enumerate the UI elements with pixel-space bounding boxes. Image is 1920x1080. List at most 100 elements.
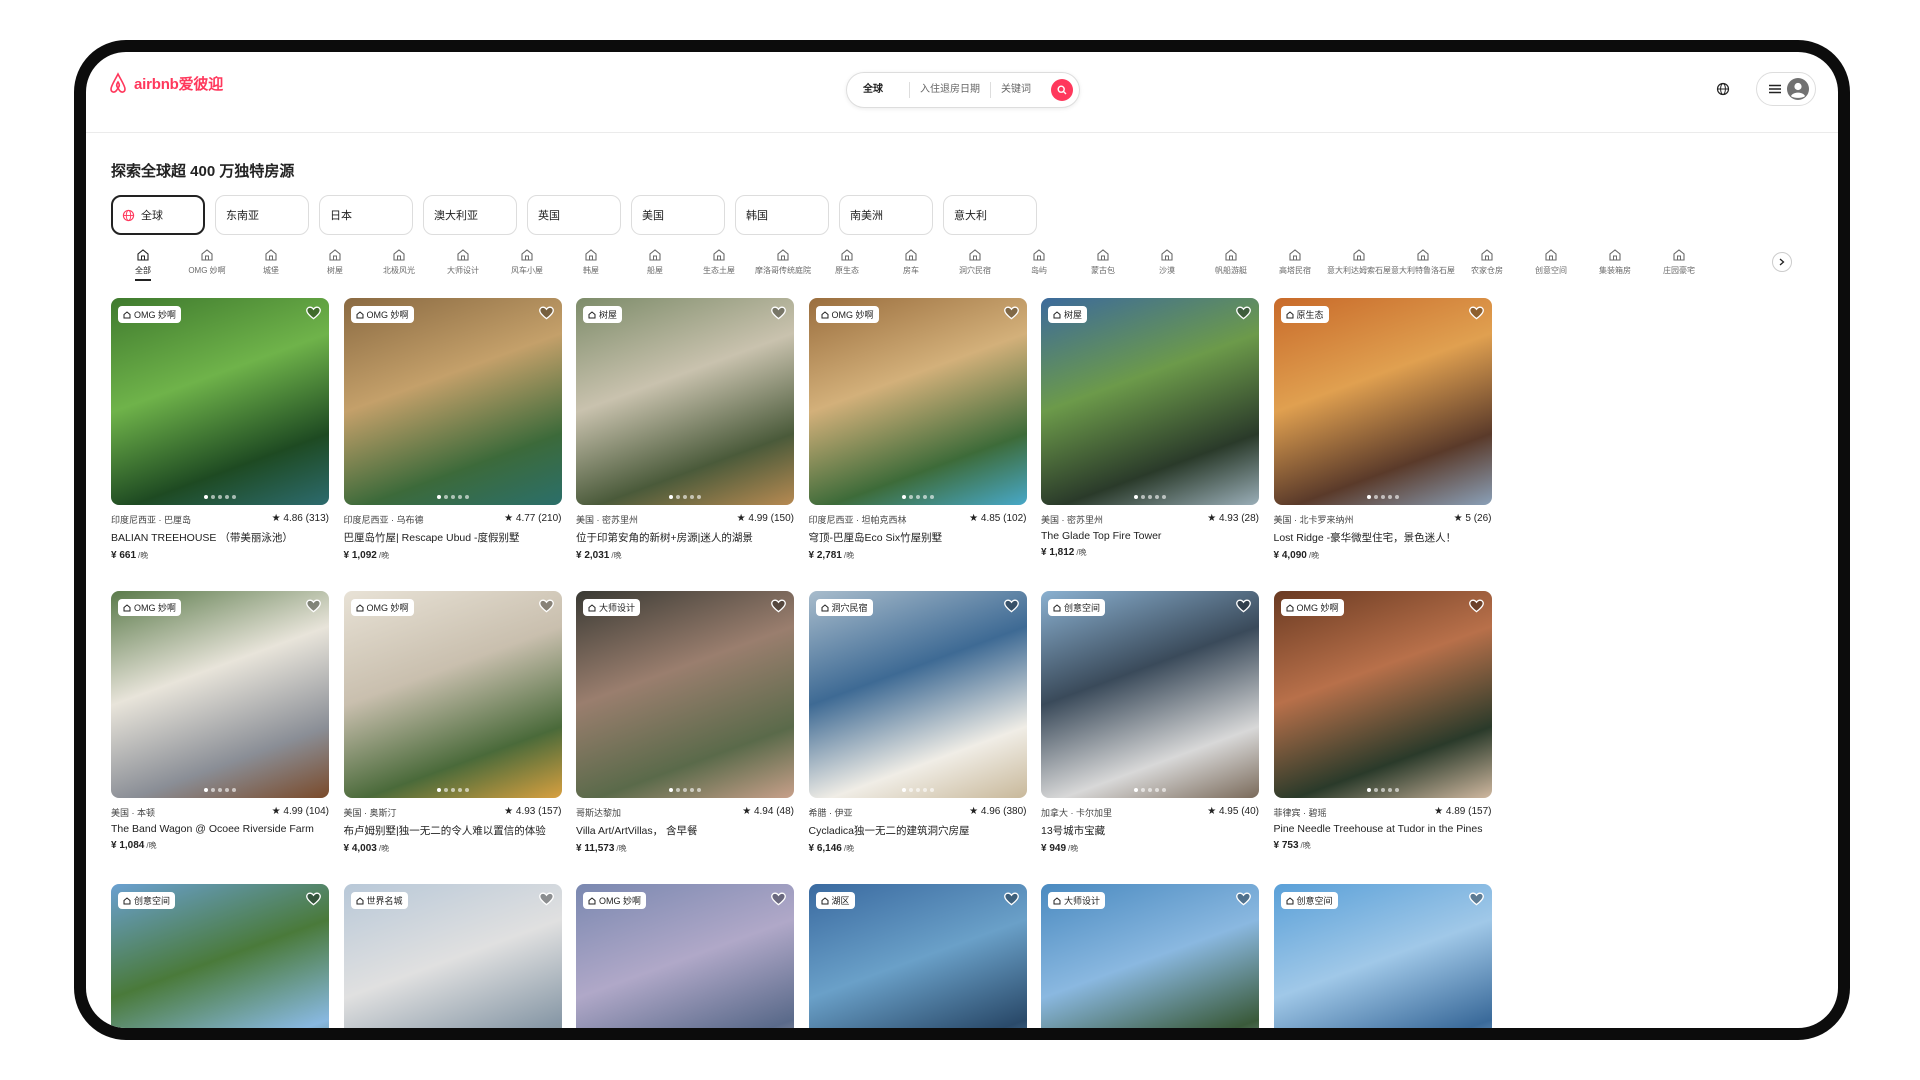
- region-filter-southeast-asia[interactable]: 东南亚: [215, 195, 309, 235]
- region-filter-korea[interactable]: 韩国: [735, 195, 829, 235]
- photo-pager[interactable]: [1274, 788, 1492, 792]
- listing-card[interactable]: 大师设计 哥斯达黎加 ★ 4.94 (48) Villa Art/ArtVillas，…: [576, 591, 794, 854]
- region-filter-global[interactable]: 全球: [111, 195, 205, 235]
- photo-pager[interactable]: [344, 788, 562, 792]
- category-tab[interactable]: 帆船游艇: [1199, 248, 1263, 284]
- photo-pager[interactable]: [809, 495, 1027, 499]
- listing-card[interactable]: 原生态 美国 · 北卡罗来纳州 ★ 5 (26) Lost Ridge -豪华微型住宅…: [1273, 298, 1492, 561]
- photo-pager[interactable]: [344, 495, 562, 499]
- photo-pager[interactable]: [1041, 495, 1259, 499]
- listing-card[interactable]: OMG 妙啊 印度尼西亚 · 巴厘岛 ★ 4.86 (313) BALIAN TREE…: [111, 298, 329, 561]
- listing-photo[interactable]: 大师设计: [576, 591, 794, 798]
- search-location[interactable]: 全球: [847, 82, 909, 98]
- photo-pager[interactable]: [1041, 788, 1259, 792]
- heart-icon[interactable]: [306, 599, 321, 613]
- category-tab[interactable]: 全部: [111, 248, 175, 284]
- listing-card[interactable]: OMG 妙啊 菲律宾 · 碧瑶 ★ 4.89 (157) Pine Needle Tr…: [1273, 591, 1492, 851]
- heart-icon[interactable]: [1003, 892, 1019, 906]
- listing-photo[interactable]: 树屋: [1041, 298, 1259, 505]
- category-tab[interactable]: 创意空间: [1519, 248, 1583, 284]
- category-tab[interactable]: OMG 妙啊: [175, 248, 239, 284]
- category-tab[interactable]: 风车小屋: [495, 248, 559, 284]
- region-filter-australia[interactable]: 澳大利亚: [423, 195, 517, 235]
- listing-photo[interactable]: OMG 妙啊: [1273, 591, 1492, 798]
- search-keywords[interactable]: 关键词: [991, 82, 1041, 98]
- photo-pager[interactable]: [1274, 495, 1492, 499]
- region-filter-uk[interactable]: 英国: [527, 195, 621, 235]
- listing-photo[interactable]: 世界名城: [343, 884, 562, 1028]
- listing-photo[interactable]: 原生态: [1273, 298, 1492, 505]
- heart-icon[interactable]: [1003, 306, 1019, 320]
- category-tab[interactable]: 大师设计: [431, 248, 495, 284]
- heart-icon[interactable]: [538, 599, 554, 613]
- listing-photo[interactable]: OMG 妙啊: [343, 298, 562, 505]
- heart-icon[interactable]: [771, 892, 786, 906]
- listing-card[interactable]: 创意空间: [1273, 884, 1492, 1028]
- listing-photo[interactable]: OMG 妙啊: [808, 298, 1027, 505]
- listing-card[interactable]: 树屋 美国 · 密苏里州 ★ 4.93 (28) The Glade Top Fire…: [1041, 298, 1259, 558]
- heart-icon[interactable]: [1468, 599, 1484, 613]
- listing-photo[interactable]: OMG 妙啊: [111, 298, 329, 505]
- heart-icon[interactable]: [1468, 306, 1484, 320]
- user-menu-button[interactable]: [1756, 72, 1816, 106]
- region-filter-usa[interactable]: 美国: [631, 195, 725, 235]
- listing-card[interactable]: OMG 妙啊: [576, 884, 794, 1028]
- search-button[interactable]: [1051, 79, 1073, 101]
- listing-photo[interactable]: 树屋: [576, 298, 794, 505]
- listing-card[interactable]: 创意空间 加拿大 · 卡尔加里 ★ 4.95 (40) 13号城市宝藏 ¥ 949/晚: [1041, 591, 1259, 854]
- listing-photo[interactable]: 创意空间: [1041, 591, 1259, 798]
- category-tab[interactable]: 原生态: [815, 248, 879, 284]
- category-tab[interactable]: 韩屋: [559, 248, 623, 284]
- heart-icon[interactable]: [306, 892, 321, 906]
- category-tab[interactable]: 船屋: [623, 248, 687, 284]
- category-tab[interactable]: 沙漠: [1135, 248, 1199, 284]
- category-tab[interactable]: 树屋: [303, 248, 367, 284]
- heart-icon[interactable]: [1236, 599, 1251, 613]
- category-tab[interactable]: 摩洛哥传统庭院: [751, 248, 815, 284]
- category-tab[interactable]: 集装箱房: [1583, 248, 1647, 284]
- listing-card[interactable]: 创意空间: [111, 884, 329, 1028]
- listing-photo[interactable]: 大师设计: [1041, 884, 1259, 1028]
- category-next-button[interactable]: [1772, 252, 1792, 272]
- heart-icon[interactable]: [306, 306, 321, 320]
- category-tab[interactable]: 高塔民宿: [1263, 248, 1327, 284]
- heart-icon[interactable]: [538, 892, 554, 906]
- region-filter-italy[interactable]: 意大利: [943, 195, 1037, 235]
- airbnb-logo[interactable]: airbnb爱彼迎: [108, 72, 223, 94]
- listing-card[interactable]: 树屋 美国 · 密苏里州 ★ 4.99 (150) 位于印第安角的新树+房源|迷人的湖…: [576, 298, 794, 561]
- category-tab[interactable]: 房车: [879, 248, 943, 284]
- heart-icon[interactable]: [771, 306, 786, 320]
- photo-pager[interactable]: [809, 788, 1027, 792]
- listing-photo[interactable]: 湖区: [808, 884, 1027, 1028]
- category-tab[interactable]: 庄园豪宅: [1647, 248, 1711, 284]
- listing-photo[interactable]: OMG 妙啊: [111, 591, 329, 798]
- heart-icon[interactable]: [1468, 892, 1484, 906]
- heart-icon[interactable]: [771, 599, 786, 613]
- category-tab[interactable]: 意大利达姆索石屋: [1327, 248, 1391, 284]
- listing-card[interactable]: 洞穴民宿 希腊 · 伊亚 ★ 4.96 (380) Cycladica独一无二的建筑洞…: [808, 591, 1027, 854]
- heart-icon[interactable]: [1003, 599, 1019, 613]
- search-bar[interactable]: 全球 入住退房日期 关键词: [846, 72, 1080, 108]
- category-tab[interactable]: 意大利特鲁洛石屋: [1391, 248, 1455, 284]
- category-tab[interactable]: 北极风光: [367, 248, 431, 284]
- photo-pager[interactable]: [111, 788, 329, 792]
- listing-photo[interactable]: 洞穴民宿: [808, 591, 1027, 798]
- category-tab[interactable]: 洞穴民宿: [943, 248, 1007, 284]
- photo-pager[interactable]: [111, 495, 329, 499]
- heart-icon[interactable]: [538, 306, 554, 320]
- listing-card[interactable]: 世界名城: [343, 884, 562, 1028]
- listing-card[interactable]: OMG 妙啊 美国 · 本顿 ★ 4.99 (104) The Band Wagon …: [111, 591, 329, 851]
- listing-card[interactable]: OMG 妙啊 美国 · 奥斯汀 ★ 4.93 (157) 布卢姆别墅|独一无二的令人难…: [343, 591, 562, 854]
- listing-photo[interactable]: OMG 妙啊: [576, 884, 794, 1028]
- listing-card[interactable]: OMG 妙啊 印度尼西亚 · 坦帕克西林 ★ 4.85 (102) 穹顶-巴厘岛Eco…: [808, 298, 1027, 561]
- heart-icon[interactable]: [1236, 892, 1251, 906]
- listing-card[interactable]: OMG 妙啊 印度尼西亚 · 乌布德 ★ 4.77 (210) 巴厘岛竹屋| Resc…: [343, 298, 562, 561]
- category-tab[interactable]: 农家仓房: [1455, 248, 1519, 284]
- category-tab[interactable]: 城堡: [239, 248, 303, 284]
- photo-pager[interactable]: [576, 788, 794, 792]
- listing-card[interactable]: 大师设计: [1041, 884, 1259, 1028]
- listing-photo[interactable]: OMG 妙啊: [343, 591, 562, 798]
- listing-photo[interactable]: 创意空间: [1273, 884, 1492, 1028]
- heart-icon[interactable]: [1236, 306, 1251, 320]
- listing-photo[interactable]: 创意空间: [111, 884, 329, 1028]
